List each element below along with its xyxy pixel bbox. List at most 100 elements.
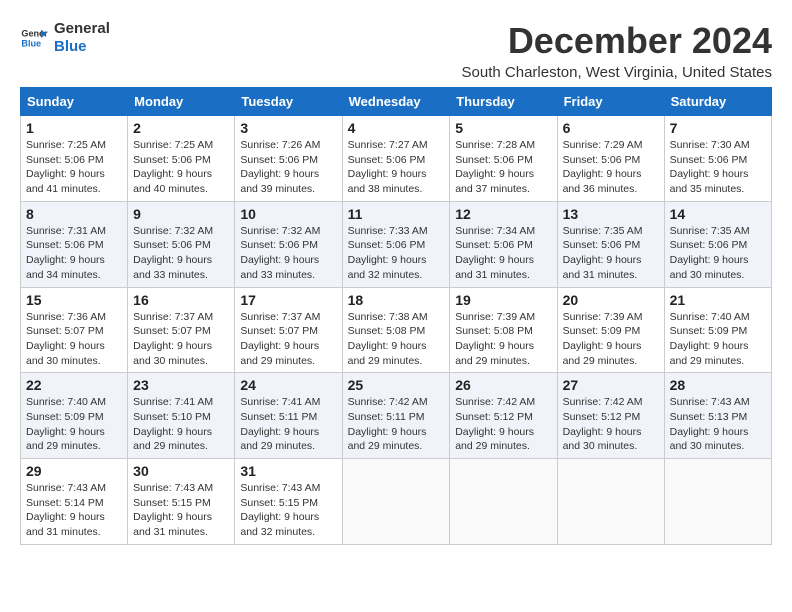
day-number: 11 xyxy=(348,206,445,222)
day-info: Sunrise: 7:40 AM Sunset: 5:09 PM Dayligh… xyxy=(670,311,750,367)
weekday-header-sunday: Sunday xyxy=(21,88,128,116)
day-number: 18 xyxy=(348,292,445,308)
day-number: 31 xyxy=(240,463,336,479)
logo-text-blue: Blue xyxy=(54,38,110,56)
calendar-cell: 10 Sunrise: 7:32 AM Sunset: 5:06 PM Dayl… xyxy=(235,201,342,287)
day-info: Sunrise: 7:38 AM Sunset: 5:08 PM Dayligh… xyxy=(348,311,428,367)
day-info: Sunrise: 7:32 AM Sunset: 5:06 PM Dayligh… xyxy=(240,225,320,281)
day-number: 6 xyxy=(563,120,659,136)
day-number: 19 xyxy=(455,292,551,308)
calendar-cell: 17 Sunrise: 7:37 AM Sunset: 5:07 PM Dayl… xyxy=(235,287,342,373)
day-info: Sunrise: 7:40 AM Sunset: 5:09 PM Dayligh… xyxy=(26,396,106,452)
day-number: 21 xyxy=(670,292,766,308)
day-number: 29 xyxy=(26,463,122,479)
calendar-cell: 15 Sunrise: 7:36 AM Sunset: 5:07 PM Dayl… xyxy=(21,287,128,373)
day-number: 3 xyxy=(240,120,336,136)
calendar-cell: 1 Sunrise: 7:25 AM Sunset: 5:06 PM Dayli… xyxy=(21,116,128,202)
weekday-header-tuesday: Tuesday xyxy=(235,88,342,116)
day-info: Sunrise: 7:43 AM Sunset: 5:15 PM Dayligh… xyxy=(133,482,213,538)
day-number: 1 xyxy=(26,120,122,136)
day-info: Sunrise: 7:31 AM Sunset: 5:06 PM Dayligh… xyxy=(26,225,106,281)
calendar-cell: 18 Sunrise: 7:38 AM Sunset: 5:08 PM Dayl… xyxy=(342,287,450,373)
calendar-cell: 12 Sunrise: 7:34 AM Sunset: 5:06 PM Dayl… xyxy=(450,201,557,287)
day-info: Sunrise: 7:32 AM Sunset: 5:06 PM Dayligh… xyxy=(133,225,213,281)
day-number: 2 xyxy=(133,120,229,136)
day-info: Sunrise: 7:42 AM Sunset: 5:12 PM Dayligh… xyxy=(563,396,643,452)
calendar-body: 1 Sunrise: 7:25 AM Sunset: 5:06 PM Dayli… xyxy=(21,116,772,545)
day-info: Sunrise: 7:25 AM Sunset: 5:06 PM Dayligh… xyxy=(133,139,213,195)
calendar-cell: 30 Sunrise: 7:43 AM Sunset: 5:15 PM Dayl… xyxy=(128,459,235,545)
calendar-cell: 8 Sunrise: 7:31 AM Sunset: 5:06 PM Dayli… xyxy=(21,201,128,287)
weekday-header-wednesday: Wednesday xyxy=(342,88,450,116)
day-info: Sunrise: 7:29 AM Sunset: 5:06 PM Dayligh… xyxy=(563,139,643,195)
page-header: General Blue General Blue December 2024 … xyxy=(20,20,772,81)
day-info: Sunrise: 7:37 AM Sunset: 5:07 PM Dayligh… xyxy=(240,311,320,367)
day-number: 14 xyxy=(670,206,766,222)
calendar-cell: 9 Sunrise: 7:32 AM Sunset: 5:06 PM Dayli… xyxy=(128,201,235,287)
day-info: Sunrise: 7:39 AM Sunset: 5:08 PM Dayligh… xyxy=(455,311,535,367)
calendar-week-3: 15 Sunrise: 7:36 AM Sunset: 5:07 PM Dayl… xyxy=(21,287,772,373)
calendar-cell: 7 Sunrise: 7:30 AM Sunset: 5:06 PM Dayli… xyxy=(664,116,771,202)
day-info: Sunrise: 7:26 AM Sunset: 5:06 PM Dayligh… xyxy=(240,139,320,195)
day-number: 12 xyxy=(455,206,551,222)
calendar-week-5: 29 Sunrise: 7:43 AM Sunset: 5:14 PM Dayl… xyxy=(21,459,772,545)
calendar-week-4: 22 Sunrise: 7:40 AM Sunset: 5:09 PM Dayl… xyxy=(21,373,772,459)
day-number: 30 xyxy=(133,463,229,479)
day-number: 5 xyxy=(455,120,551,136)
day-number: 20 xyxy=(563,292,659,308)
day-info: Sunrise: 7:42 AM Sunset: 5:11 PM Dayligh… xyxy=(348,396,428,452)
calendar-cell: 6 Sunrise: 7:29 AM Sunset: 5:06 PM Dayli… xyxy=(557,116,664,202)
calendar-cell: 16 Sunrise: 7:37 AM Sunset: 5:07 PM Dayl… xyxy=(128,287,235,373)
calendar-cell: 23 Sunrise: 7:41 AM Sunset: 5:10 PM Dayl… xyxy=(128,373,235,459)
calendar-cell: 2 Sunrise: 7:25 AM Sunset: 5:06 PM Dayli… xyxy=(128,116,235,202)
svg-text:Blue: Blue xyxy=(21,38,41,48)
calendar-week-1: 1 Sunrise: 7:25 AM Sunset: 5:06 PM Dayli… xyxy=(21,116,772,202)
calendar-cell: 24 Sunrise: 7:41 AM Sunset: 5:11 PM Dayl… xyxy=(235,373,342,459)
calendar-cell: 22 Sunrise: 7:40 AM Sunset: 5:09 PM Dayl… xyxy=(21,373,128,459)
calendar-cell xyxy=(342,459,450,545)
day-info: Sunrise: 7:41 AM Sunset: 5:11 PM Dayligh… xyxy=(240,396,320,452)
day-number: 17 xyxy=(240,292,336,308)
calendar-cell: 3 Sunrise: 7:26 AM Sunset: 5:06 PM Dayli… xyxy=(235,116,342,202)
calendar-cell xyxy=(450,459,557,545)
day-info: Sunrise: 7:35 AM Sunset: 5:06 PM Dayligh… xyxy=(670,225,750,281)
day-info: Sunrise: 7:39 AM Sunset: 5:09 PM Dayligh… xyxy=(563,311,643,367)
day-info: Sunrise: 7:25 AM Sunset: 5:06 PM Dayligh… xyxy=(26,139,106,195)
calendar-table: SundayMondayTuesdayWednesdayThursdayFrid… xyxy=(20,87,772,545)
day-info: Sunrise: 7:27 AM Sunset: 5:06 PM Dayligh… xyxy=(348,139,428,195)
month-title: December 2024 xyxy=(462,20,772,62)
day-info: Sunrise: 7:42 AM Sunset: 5:12 PM Dayligh… xyxy=(455,396,535,452)
calendar-cell: 27 Sunrise: 7:42 AM Sunset: 5:12 PM Dayl… xyxy=(557,373,664,459)
calendar-cell: 21 Sunrise: 7:40 AM Sunset: 5:09 PM Dayl… xyxy=(664,287,771,373)
calendar-cell xyxy=(557,459,664,545)
title-area: December 2024 South Charleston, West Vir… xyxy=(462,20,772,81)
day-number: 13 xyxy=(563,206,659,222)
logo: General Blue General Blue xyxy=(20,20,110,56)
calendar-week-2: 8 Sunrise: 7:31 AM Sunset: 5:06 PM Dayli… xyxy=(21,201,772,287)
day-number: 8 xyxy=(26,206,122,222)
day-number: 24 xyxy=(240,377,336,393)
weekday-header-friday: Friday xyxy=(557,88,664,116)
calendar-cell: 26 Sunrise: 7:42 AM Sunset: 5:12 PM Dayl… xyxy=(450,373,557,459)
day-number: 9 xyxy=(133,206,229,222)
logo-icon: General Blue xyxy=(20,24,48,52)
day-number: 28 xyxy=(670,377,766,393)
day-number: 7 xyxy=(670,120,766,136)
location-title: South Charleston, West Virginia, United … xyxy=(462,64,772,81)
day-info: Sunrise: 7:41 AM Sunset: 5:10 PM Dayligh… xyxy=(133,396,213,452)
calendar-header-row: SundayMondayTuesdayWednesdayThursdayFrid… xyxy=(21,88,772,116)
calendar-cell: 28 Sunrise: 7:43 AM Sunset: 5:13 PM Dayl… xyxy=(664,373,771,459)
day-number: 4 xyxy=(348,120,445,136)
calendar-cell: 29 Sunrise: 7:43 AM Sunset: 5:14 PM Dayl… xyxy=(21,459,128,545)
calendar-cell: 14 Sunrise: 7:35 AM Sunset: 5:06 PM Dayl… xyxy=(664,201,771,287)
day-info: Sunrise: 7:37 AM Sunset: 5:07 PM Dayligh… xyxy=(133,311,213,367)
day-number: 22 xyxy=(26,377,122,393)
day-info: Sunrise: 7:34 AM Sunset: 5:06 PM Dayligh… xyxy=(455,225,535,281)
day-info: Sunrise: 7:28 AM Sunset: 5:06 PM Dayligh… xyxy=(455,139,535,195)
day-info: Sunrise: 7:43 AM Sunset: 5:13 PM Dayligh… xyxy=(670,396,750,452)
day-info: Sunrise: 7:36 AM Sunset: 5:07 PM Dayligh… xyxy=(26,311,106,367)
day-info: Sunrise: 7:33 AM Sunset: 5:06 PM Dayligh… xyxy=(348,225,428,281)
day-number: 15 xyxy=(26,292,122,308)
weekday-header-thursday: Thursday xyxy=(450,88,557,116)
calendar-cell: 5 Sunrise: 7:28 AM Sunset: 5:06 PM Dayli… xyxy=(450,116,557,202)
